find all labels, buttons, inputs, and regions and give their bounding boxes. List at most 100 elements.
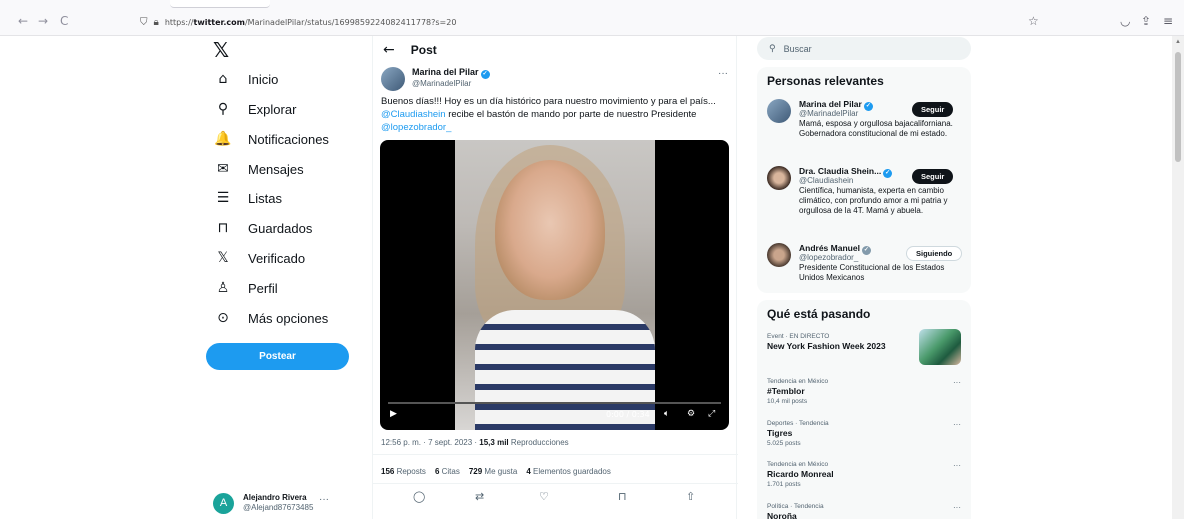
person-handle[interactable]: @Claudiashein — [799, 176, 853, 186]
trend-item[interactable]: Política · Tendencia Noroña ··· — [767, 503, 963, 519]
scroll-up-icon[interactable]: ▲ — [1175, 39, 1181, 45]
video-controls: ▶ 0:00 / 0:34 🔈︎ ⚙ ⤢ — [388, 408, 721, 424]
repost-icon[interactable]: ⇄ — [475, 490, 484, 503]
views-label: Reproducciones — [508, 438, 569, 447]
more-icon[interactable]: ··· — [718, 68, 728, 79]
bookmarks-stat[interactable]: 4 Elementos guardados — [526, 467, 611, 476]
sidebar-item-explorar[interactable]: ⚲ Explorar — [213, 98, 297, 120]
more-icon[interactable]: ··· — [953, 461, 961, 470]
avatar[interactable] — [767, 243, 791, 267]
person-name[interactable]: Andrés Manuel — [799, 243, 860, 253]
person-item[interactable]: Andrés Manuel ✓ @lopezobrador_ Presidente… — [767, 243, 963, 289]
person-name[interactable]: Dra. Claudia Shein... — [799, 166, 881, 176]
avatar[interactable] — [767, 166, 791, 190]
trend-item[interactable]: Tendencia en México Ricardo Monreal 1.70… — [767, 461, 963, 495]
author-name[interactable]: Marina del Pilar — [412, 67, 479, 77]
quotes-stat[interactable]: 6 Citas — [435, 467, 460, 476]
sidebar-item-perfil[interactable]: ♙ Perfil — [213, 277, 278, 299]
sidebar-item-mensajes[interactable]: ✉ Mensajes — [213, 158, 304, 180]
url-prefix: https:// — [164, 17, 194, 27]
person-bio: Presidente Constitucional de los Estados… — [799, 263, 945, 282]
person-name[interactable]: Marina del Pilar — [799, 99, 862, 109]
more-circle-icon: ⊙ — [217, 310, 229, 326]
reload-icon[interactable]: C — [60, 14, 68, 28]
post-timestamp[interactable]: 12:56 p. m. · 7 sept. 2023 · — [381, 438, 479, 447]
envelope-icon: ✉ — [217, 161, 229, 177]
like-icon[interactable]: ♡ — [539, 490, 549, 503]
post-button[interactable]: Postear — [206, 343, 349, 370]
fullscreen-icon[interactable]: ⤢ — [708, 409, 715, 419]
address-bar[interactable]: ⛉ 🔒︎ https:// twitter.com /MarinadelPila… — [140, 13, 1060, 31]
back-arrow-icon[interactable]: ← — [383, 42, 395, 58]
sidebar-item-inicio[interactable]: ⌂ Inicio — [213, 68, 279, 90]
scrollbar-thumb[interactable] — [1175, 52, 1181, 162]
sidebar-item-label: Listas — [248, 190, 282, 206]
video-player[interactable]: ▶ 0:00 / 0:34 🔈︎ ⚙ ⤢ — [380, 140, 729, 430]
browser-toolbar: ← → C ⛉ 🔒︎ https:// twitter.com /Marinad… — [0, 0, 1184, 36]
more-icon[interactable]: ··· — [953, 503, 961, 512]
reposts-stat[interactable]: 156 Reposts — [381, 467, 426, 476]
search-input[interactable]: ⚲ Buscar — [757, 37, 971, 60]
sidebar-item-verificado[interactable]: 𝕏 Verificado — [213, 247, 305, 269]
follow-button[interactable]: Seguir — [912, 169, 954, 184]
sidebar-item-guardados[interactable]: ⊓ Guardados — [213, 217, 313, 239]
following-button[interactable]: Siguiendo — [906, 246, 963, 261]
bookmark-icon[interactable]: ⊓ — [618, 490, 627, 503]
video-progress-bar[interactable] — [388, 402, 721, 404]
bookmark-star-icon[interactable]: ☆ — [1028, 14, 1039, 28]
sidebar-item-mas-opciones[interactable]: ⊙ Más opciones — [213, 307, 328, 329]
more-icon[interactable]: ··· — [319, 494, 329, 505]
account-name: Alejandro Rivera — [243, 493, 307, 502]
settings-icon[interactable]: ⚙ — [687, 409, 695, 419]
author-handle[interactable]: @MarinadelPilar — [412, 79, 490, 89]
x-verified-icon: 𝕏 — [217, 250, 229, 266]
page-scrollbar[interactable]: ▲ — [1172, 36, 1184, 519]
post-text: Buenos días!!! Hoy es un día histórico p… — [381, 95, 731, 134]
sidebar-item-label: Verificado — [248, 250, 306, 266]
person-item[interactable]: Marina del Pilar ✓ @MarinadelPilar Mamá, … — [767, 99, 963, 159]
trend-posts: 10,4 mil posts — [767, 398, 808, 405]
pocket-icon[interactable]: ◡ — [1120, 14, 1130, 28]
browser-tab[interactable] — [170, 0, 270, 8]
post-text-part: Buenos días!!! Hoy es un día histórico p… — [381, 96, 716, 107]
follow-button[interactable]: Seguir — [912, 102, 954, 117]
volume-icon[interactable]: 🔈︎ — [664, 409, 669, 419]
sidebar-nav: 𝕏 ⌂ Inicio ⚲ Explorar 🔔 Notificaciones ✉… — [205, 36, 355, 519]
card-title: Personas relevantes — [767, 74, 884, 88]
play-icon[interactable]: ▶ — [390, 409, 397, 419]
trend-item[interactable]: Deportes · Tendencia Tigres 5.025 posts … — [767, 420, 963, 454]
trend-item[interactable]: Tendencia en México #Temblor 10,4 mil po… — [767, 378, 963, 412]
sidebar-item-notificaciones[interactable]: 🔔 Notificaciones — [213, 128, 329, 150]
post-author[interactable]: Marina del Pilar ✓ @MarinadelPilar — [381, 67, 490, 91]
trends-card: Qué está pasando Event · EN DIRECTO New … — [757, 300, 971, 519]
likes-stat[interactable]: 729 Me gusta — [469, 467, 518, 476]
forward-icon[interactable]: → — [38, 14, 48, 28]
sidebar-item-listas[interactable]: ☰ Listas — [213, 187, 282, 209]
person-handle[interactable]: @lopezobrador_ — [799, 253, 858, 263]
bell-icon: 🔔 — [214, 131, 232, 147]
verified-badge-icon: ✓ — [480, 70, 490, 79]
avatar[interactable] — [767, 99, 791, 123]
reply-icon[interactable]: ◯ — [413, 490, 425, 503]
trend-context: Tendencia en México — [767, 461, 829, 468]
mention-link[interactable]: @lopezobrador_ — [381, 122, 451, 133]
more-icon[interactable]: ··· — [953, 420, 961, 429]
back-icon[interactable]: ← — [18, 14, 28, 28]
trend-item[interactable]: Event · EN DIRECTO New York Fashion Week… — [767, 329, 963, 369]
x-logo-icon[interactable]: 𝕏 — [213, 38, 229, 62]
menu-icon[interactable]: ≡ — [1163, 14, 1173, 28]
sidebar-item-label: Notificaciones — [248, 131, 329, 147]
sidebar-item-label: Mensajes — [248, 161, 304, 177]
bookmark-icon: ⊓ — [217, 220, 229, 236]
trend-title: Tigres — [767, 428, 793, 438]
share-icon[interactable]: ⇧ — [686, 490, 695, 503]
person-item[interactable]: Dra. Claudia Shein... ✓ @Claudiashein Cie… — [767, 166, 963, 236]
mention-link[interactable]: @Claudiashein — [381, 109, 446, 120]
avatar[interactable] — [381, 67, 405, 91]
more-icon[interactable]: ··· — [953, 378, 961, 387]
post-header: ← Post — [383, 42, 437, 58]
account-switcher[interactable]: A Alejandro Rivera @Alejand87673485 ··· — [213, 490, 363, 516]
person-handle[interactable]: @MarinadelPilar — [799, 109, 858, 119]
verified-badge-icon: ✓ — [863, 102, 873, 111]
share-icon[interactable]: ⇪ — [1141, 14, 1151, 28]
